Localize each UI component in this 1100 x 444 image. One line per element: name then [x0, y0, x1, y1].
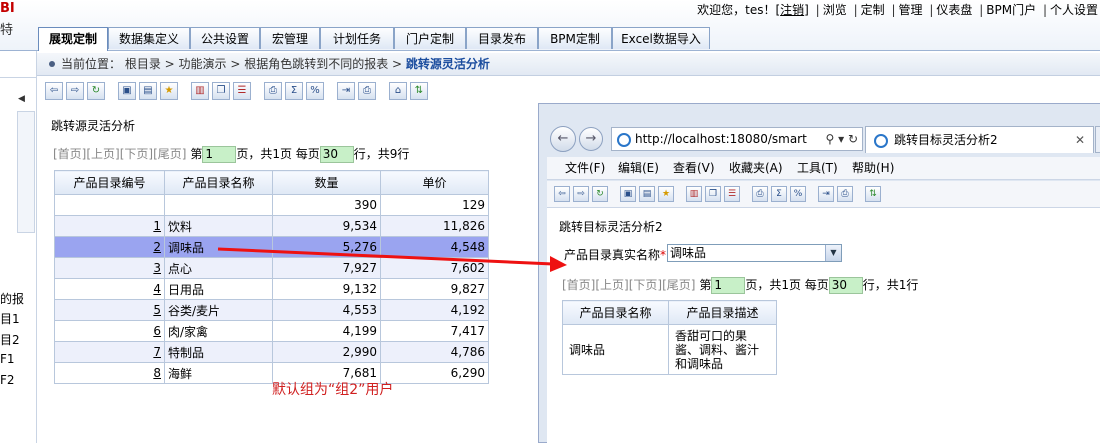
arrow-line — [217, 247, 554, 266]
red-arrow-annotation — [217, 247, 567, 272]
arrow-head — [550, 256, 567, 272]
